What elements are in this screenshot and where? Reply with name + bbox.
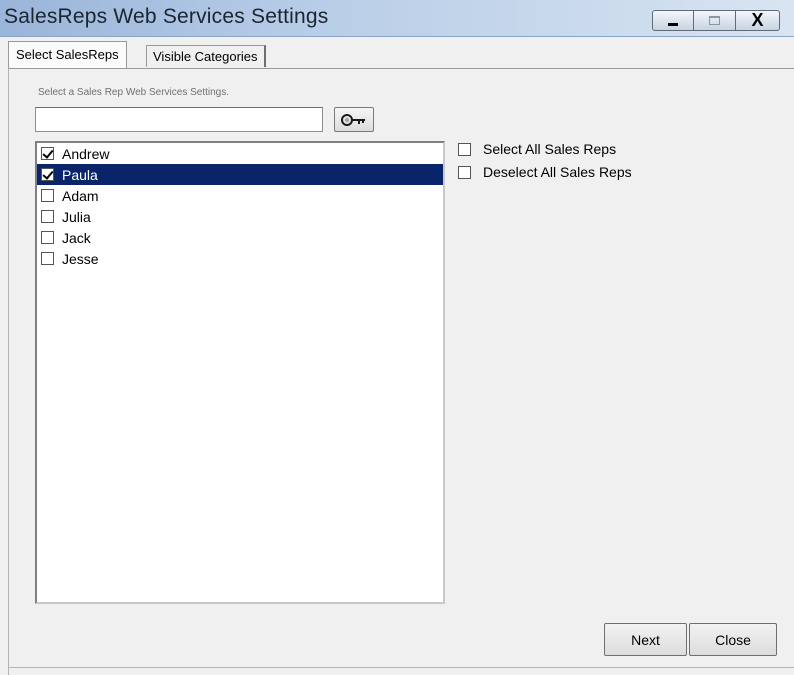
select-all-label: Select All Sales Reps [483, 141, 617, 157]
maximize-button[interactable] [694, 10, 736, 31]
rep-checkbox[interactable] [41, 210, 54, 223]
sales-rep-list[interactable]: Andrew Paula Adam Julia Jack Jesse [35, 141, 445, 604]
settings-window: SalesReps Web Services Settings X Select… [0, 0, 794, 675]
minimize-icon [668, 23, 678, 26]
list-item[interactable]: Paula [37, 164, 443, 185]
rep-name: Paula [62, 166, 98, 183]
rep-checkbox[interactable] [41, 189, 54, 202]
next-button[interactable]: Next [604, 623, 687, 656]
tab-select-salesreps[interactable]: Select SalesReps [8, 41, 127, 68]
rep-name: Andrew [62, 145, 110, 162]
rep-checkbox[interactable] [41, 231, 54, 244]
rep-name: Adam [62, 187, 99, 204]
select-all-checkbox[interactable] [458, 142, 471, 156]
window-title: SalesReps Web Services Settings [4, 5, 329, 28]
rep-name: Jack [62, 229, 91, 246]
list-item[interactable]: Jack [37, 227, 443, 248]
search-hint-label: Select a Sales Rep Web Services Settings… [38, 87, 230, 98]
close-window-button[interactable]: X [736, 10, 780, 31]
deselect-all-label: Deselect All Sales Reps [483, 164, 632, 180]
deselect-all-checkbox[interactable] [458, 165, 471, 179]
list-item[interactable]: Jesse [37, 248, 443, 269]
list-item[interactable]: Andrew [37, 143, 443, 164]
close-icon: X [751, 10, 764, 30]
maximize-icon [709, 16, 720, 25]
deselect-all-option[interactable]: Deselect All Sales Reps [458, 164, 632, 180]
rep-checkbox[interactable] [41, 252, 54, 265]
rep-name: Jesse [62, 250, 99, 267]
rep-checkbox[interactable] [41, 168, 54, 181]
bottom-divider [8, 667, 794, 668]
search-button[interactable] [334, 107, 374, 132]
tab-visible-categories[interactable]: Visible Categories [146, 45, 266, 67]
title-bar[interactable]: SalesReps Web Services Settings X [0, 0, 794, 37]
search-key-icon [341, 113, 365, 126]
minimize-button[interactable] [652, 10, 694, 31]
rep-name: Julia [62, 208, 91, 225]
list-item[interactable]: Adam [37, 185, 443, 206]
list-item[interactable]: Julia [37, 206, 443, 227]
close-button[interactable]: Close [689, 623, 777, 656]
select-all-option[interactable]: Select All Sales Reps [458, 141, 616, 157]
search-input[interactable] [35, 107, 323, 132]
rep-checkbox[interactable] [41, 147, 54, 160]
